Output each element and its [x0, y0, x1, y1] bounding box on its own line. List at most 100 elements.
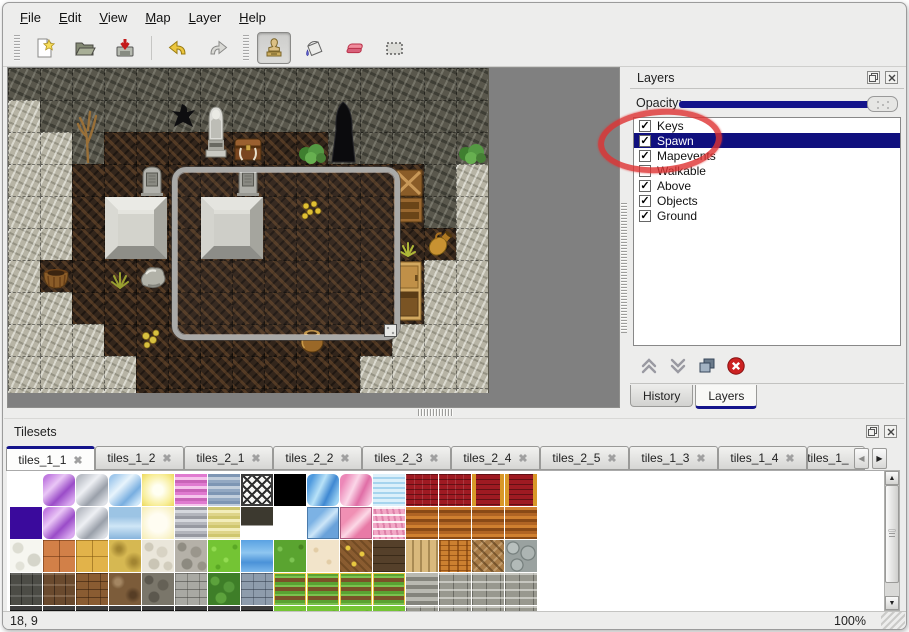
palette-tile-crystal-purple[interactable] [43, 507, 75, 539]
tab-history[interactable]: History [630, 385, 693, 407]
new-button[interactable] [28, 32, 62, 64]
map-tile[interactable] [200, 100, 232, 132]
palette-tile-wood-dark[interactable] [373, 540, 405, 572]
vertical-splitter-handle[interactable] [621, 203, 627, 333]
map-tile[interactable] [72, 68, 104, 100]
palette-tile-tiles-orange[interactable] [43, 540, 75, 572]
tileset-tab-tiles_2_4[interactable]: tiles_2_4✖ [451, 446, 540, 470]
map-tile[interactable] [328, 356, 360, 388]
map-tile[interactable] [72, 388, 104, 393]
palette-tile-grass-bright[interactable] [208, 540, 240, 572]
tileset-tab-tiles_2_3[interactable]: tiles_2_3✖ [362, 446, 451, 470]
map-tile[interactable] [232, 356, 264, 388]
map-tile[interactable] [456, 388, 488, 393]
map-tile[interactable] [40, 260, 72, 292]
tileset-tab-tiles_1_2[interactable]: tiles_1_2✖ [95, 446, 184, 470]
map-tile[interactable] [296, 132, 328, 164]
map-tile[interactable] [424, 196, 456, 228]
palette-tile-garden-row[interactable] [340, 573, 372, 605]
layer-row-above[interactable]: ✓Above [634, 178, 900, 193]
scrollbar-thumb[interactable] [885, 485, 899, 583]
palette-tile-tiles-gold[interactable] [76, 540, 108, 572]
palette-tile-stripe-gray[interactable] [175, 507, 207, 539]
map-tile[interactable] [72, 132, 104, 164]
menu-view[interactable]: View [90, 7, 136, 28]
menu-file[interactable]: File [11, 7, 50, 28]
map-tile[interactable] [8, 164, 40, 196]
map-tile[interactable] [136, 100, 168, 132]
layer-visibility-checkbox[interactable]: ✓ [639, 135, 651, 147]
palette-tile-crystal-silver[interactable] [76, 474, 108, 506]
map-tile[interactable] [328, 100, 360, 132]
map-tile[interactable] [424, 260, 456, 292]
map-tile[interactable] [424, 100, 456, 132]
map-tile[interactable] [232, 68, 264, 100]
map-tile[interactable] [200, 356, 232, 388]
map-selection[interactable] [172, 167, 400, 340]
tilesets-close-button[interactable] [884, 425, 897, 438]
palette-tile-brick-gray[interactable] [175, 573, 207, 605]
map-tile[interactable] [168, 132, 200, 164]
palette-tile-brick-red[interactable] [439, 474, 471, 506]
map-tile[interactable] [456, 228, 488, 260]
map-tile[interactable] [40, 68, 72, 100]
map-tile[interactable] [392, 388, 424, 393]
map-tile[interactable] [40, 324, 72, 356]
palette-tile-wall-grayplank[interactable] [406, 573, 438, 605]
menu-map[interactable]: Map [136, 7, 179, 28]
map-tile[interactable] [456, 196, 488, 228]
menu-help[interactable]: Help [230, 7, 275, 28]
map-tile[interactable] [8, 68, 40, 100]
map-tile[interactable] [136, 68, 168, 100]
tileset-tab-tiles_2_5[interactable]: tiles_2_5✖ [540, 446, 629, 470]
palette-tile-stripe-yellow[interactable] [208, 507, 240, 539]
map-tile[interactable] [168, 100, 200, 132]
map-tile[interactable] [40, 132, 72, 164]
map-tile[interactable] [72, 164, 104, 196]
map-tile[interactable] [104, 324, 136, 356]
palette-tile-crystal-purple[interactable] [43, 474, 75, 506]
palette-tile-planks-orange[interactable] [439, 507, 471, 539]
map-tile[interactable] [136, 164, 168, 196]
tileset-tab-tiles_2_1[interactable]: tiles_2_1✖ [184, 446, 273, 470]
palette-tile-grass-green[interactable] [274, 540, 306, 572]
tabs-scroll-right-button[interactable]: ▶ [872, 448, 887, 469]
map-tile[interactable] [104, 100, 136, 132]
map-tile[interactable] [72, 356, 104, 388]
map-tile[interactable] [392, 100, 424, 132]
palette-tile-brick-blue[interactable] [241, 573, 273, 605]
map-tile[interactable] [264, 356, 296, 388]
palette-tile-ice-stripes[interactable] [373, 474, 405, 506]
palette-tile-garden-row[interactable] [373, 573, 405, 605]
map-view[interactable] [7, 67, 620, 408]
map-tile[interactable] [136, 356, 168, 388]
save-button[interactable] [108, 32, 142, 64]
toolbar-grip[interactable] [14, 35, 20, 61]
map-tile[interactable] [8, 388, 40, 393]
map-tile[interactable] [264, 388, 296, 393]
palette-tile-path-white[interactable] [10, 540, 42, 572]
map-tile[interactable] [232, 100, 264, 132]
map-tile[interactable] [136, 292, 168, 324]
palette-tile-water-blue[interactable] [241, 540, 273, 572]
layer-name[interactable]: Walkable [657, 164, 706, 178]
raise-layer-button[interactable] [636, 357, 662, 381]
tab-close-icon[interactable]: ✖ [785, 452, 794, 465]
layer-row-walkable[interactable]: Walkable [634, 163, 900, 178]
palette-tile-glow-pale[interactable] [142, 507, 174, 539]
palette-tile-stripe-slate[interactable] [208, 474, 240, 506]
palette-tile-dirt-flowers[interactable] [340, 540, 372, 572]
palette-tile-wall-brown[interactable] [43, 573, 75, 605]
map-tile[interactable] [424, 164, 456, 196]
map-tile[interactable] [40, 356, 72, 388]
undo-button[interactable] [161, 32, 195, 64]
map-tile[interactable] [104, 388, 136, 393]
map-tile[interactable] [424, 388, 456, 393]
layer-row-objects[interactable]: ✓Objects [634, 193, 900, 208]
tileset-tab-tiles_1_3[interactable]: tiles_1_3✖ [629, 446, 718, 470]
palette-tile-sand-pale[interactable] [307, 540, 339, 572]
layers-float-button[interactable] [867, 71, 880, 84]
map-tile[interactable] [8, 292, 40, 324]
map-tile[interactable] [200, 68, 232, 100]
map-tile[interactable] [40, 100, 72, 132]
